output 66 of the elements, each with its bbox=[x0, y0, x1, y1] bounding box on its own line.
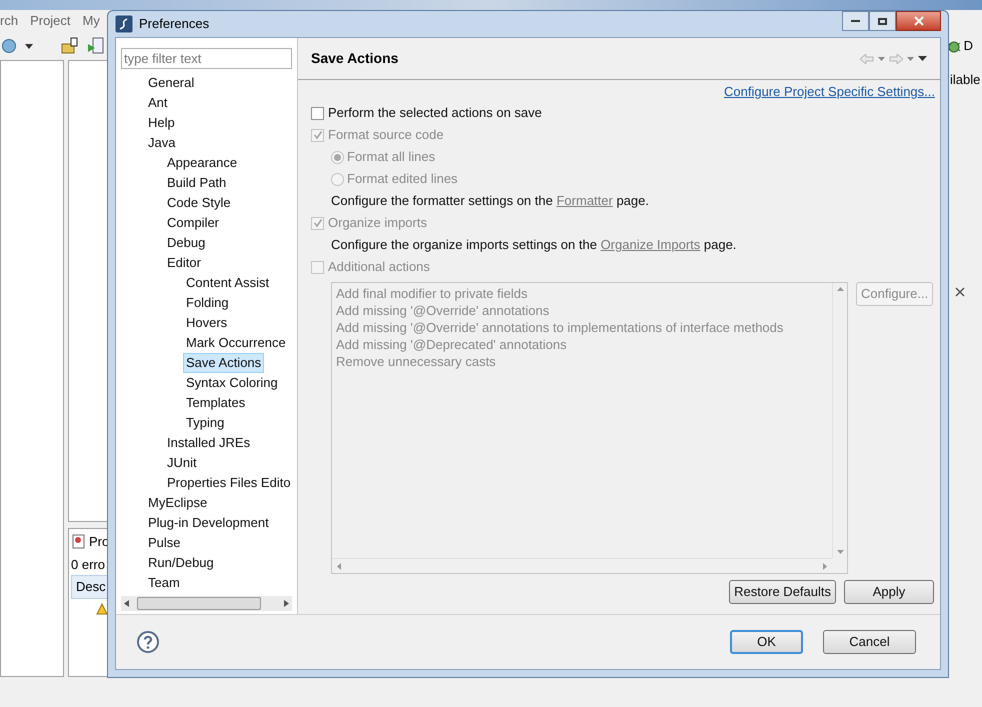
problems-summary: 0 erro bbox=[70, 556, 106, 574]
option-label: Format source code bbox=[328, 126, 444, 144]
filter-field[interactable]: type filter text bbox=[121, 48, 292, 69]
tree-item[interactable]: Syntax Coloring bbox=[183, 373, 281, 393]
tree-item[interactable]: Content Assist bbox=[183, 273, 272, 293]
restore-defaults-button[interactable]: Restore Defaults bbox=[729, 580, 836, 604]
maximize-button[interactable] bbox=[869, 11, 896, 31]
warning-icon bbox=[96, 603, 108, 615]
page-title: Save Actions bbox=[311, 49, 398, 68]
apply-button[interactable]: Apply bbox=[844, 580, 934, 604]
option-label: Format all lines bbox=[347, 148, 436, 166]
option-label: Format edited lines bbox=[347, 170, 458, 188]
tree-item[interactable]: Save Actions bbox=[183, 353, 264, 373]
tree-item[interactable]: Java bbox=[145, 133, 178, 153]
tree-item[interactable]: Typing bbox=[183, 413, 228, 433]
tree-item[interactable]: Editor bbox=[164, 253, 204, 273]
tree-item[interactable]: General bbox=[145, 73, 198, 93]
tree-item[interactable]: Properties Files Edito bbox=[164, 473, 292, 493]
close-icon[interactable] bbox=[954, 286, 966, 298]
window-title: Preferences bbox=[139, 15, 210, 34]
tree-item[interactable]: Installed JREs bbox=[164, 433, 254, 453]
tree-item[interactable]: Debug bbox=[164, 233, 208, 253]
option-label: Perform the selected actions on save bbox=[328, 104, 542, 122]
tree-item[interactable]: Appearance bbox=[164, 153, 240, 173]
close-icon bbox=[914, 16, 924, 26]
run-icon[interactable] bbox=[87, 37, 105, 55]
close-button[interactable] bbox=[896, 11, 941, 31]
tree-item[interactable]: Templates bbox=[183, 393, 248, 413]
cancel-button[interactable]: Cancel bbox=[823, 630, 916, 654]
scroll-left-icon[interactable] bbox=[124, 600, 129, 607]
tree-item[interactable]: Help bbox=[145, 113, 178, 133]
problems-icon bbox=[71, 534, 87, 550]
checkbox[interactable] bbox=[311, 106, 324, 120]
tree-item[interactable]: Plug-in Development bbox=[145, 513, 272, 533]
scroll-right-icon[interactable] bbox=[284, 600, 289, 607]
caret-icon[interactable] bbox=[25, 44, 33, 48]
app-icon bbox=[115, 15, 133, 33]
tree-item[interactable]: Pulse bbox=[145, 533, 184, 553]
tree-item[interactable]: Folding bbox=[183, 293, 232, 313]
tree-item[interactable]: Hovers bbox=[183, 313, 230, 333]
view-text: ilable bbox=[950, 71, 982, 89]
help-icon[interactable] bbox=[137, 631, 159, 653]
settings-note: Configure the formatter settings on the Formatter page. bbox=[331, 192, 649, 210]
ok-button[interactable]: OK bbox=[730, 630, 803, 654]
tree-item[interactable]: JUnit bbox=[164, 453, 200, 473]
project-settings-link[interactable]: Configure Project Specific Settings... bbox=[724, 82, 935, 102]
forward-arrow-icon[interactable] bbox=[889, 54, 903, 64]
tree-item[interactable]: Compiler bbox=[164, 213, 222, 233]
option-label: Organize imports bbox=[328, 214, 427, 232]
menu-item[interactable]: Project bbox=[30, 11, 71, 31]
tree-item[interactable]: Team bbox=[145, 573, 183, 593]
tree-item[interactable]: Ant bbox=[145, 93, 171, 113]
tree-item[interactable]: Run/Debug bbox=[145, 553, 217, 573]
tree-item[interactable]: Code Style bbox=[164, 193, 234, 213]
settings-note: Configure the organize imports settings on the Organize Imports page. bbox=[331, 236, 736, 254]
horizontal-scrollbar[interactable] bbox=[121, 596, 292, 611]
tree-item[interactable]: Mark Occurrence bbox=[183, 333, 289, 353]
tree-item[interactable]: Build Path bbox=[164, 173, 230, 193]
minimize-button[interactable] bbox=[842, 11, 869, 31]
menu-item[interactable]: My bbox=[82, 11, 100, 31]
back-arrow-icon[interactable] bbox=[860, 54, 874, 64]
folder-icon[interactable] bbox=[61, 37, 79, 55]
menu-item[interactable]: rch bbox=[0, 11, 18, 31]
option-label: Additional actions bbox=[328, 258, 430, 276]
toolbar-button[interactable]: D bbox=[964, 36, 973, 56]
tree-item[interactable]: MyEclipse bbox=[145, 493, 210, 513]
